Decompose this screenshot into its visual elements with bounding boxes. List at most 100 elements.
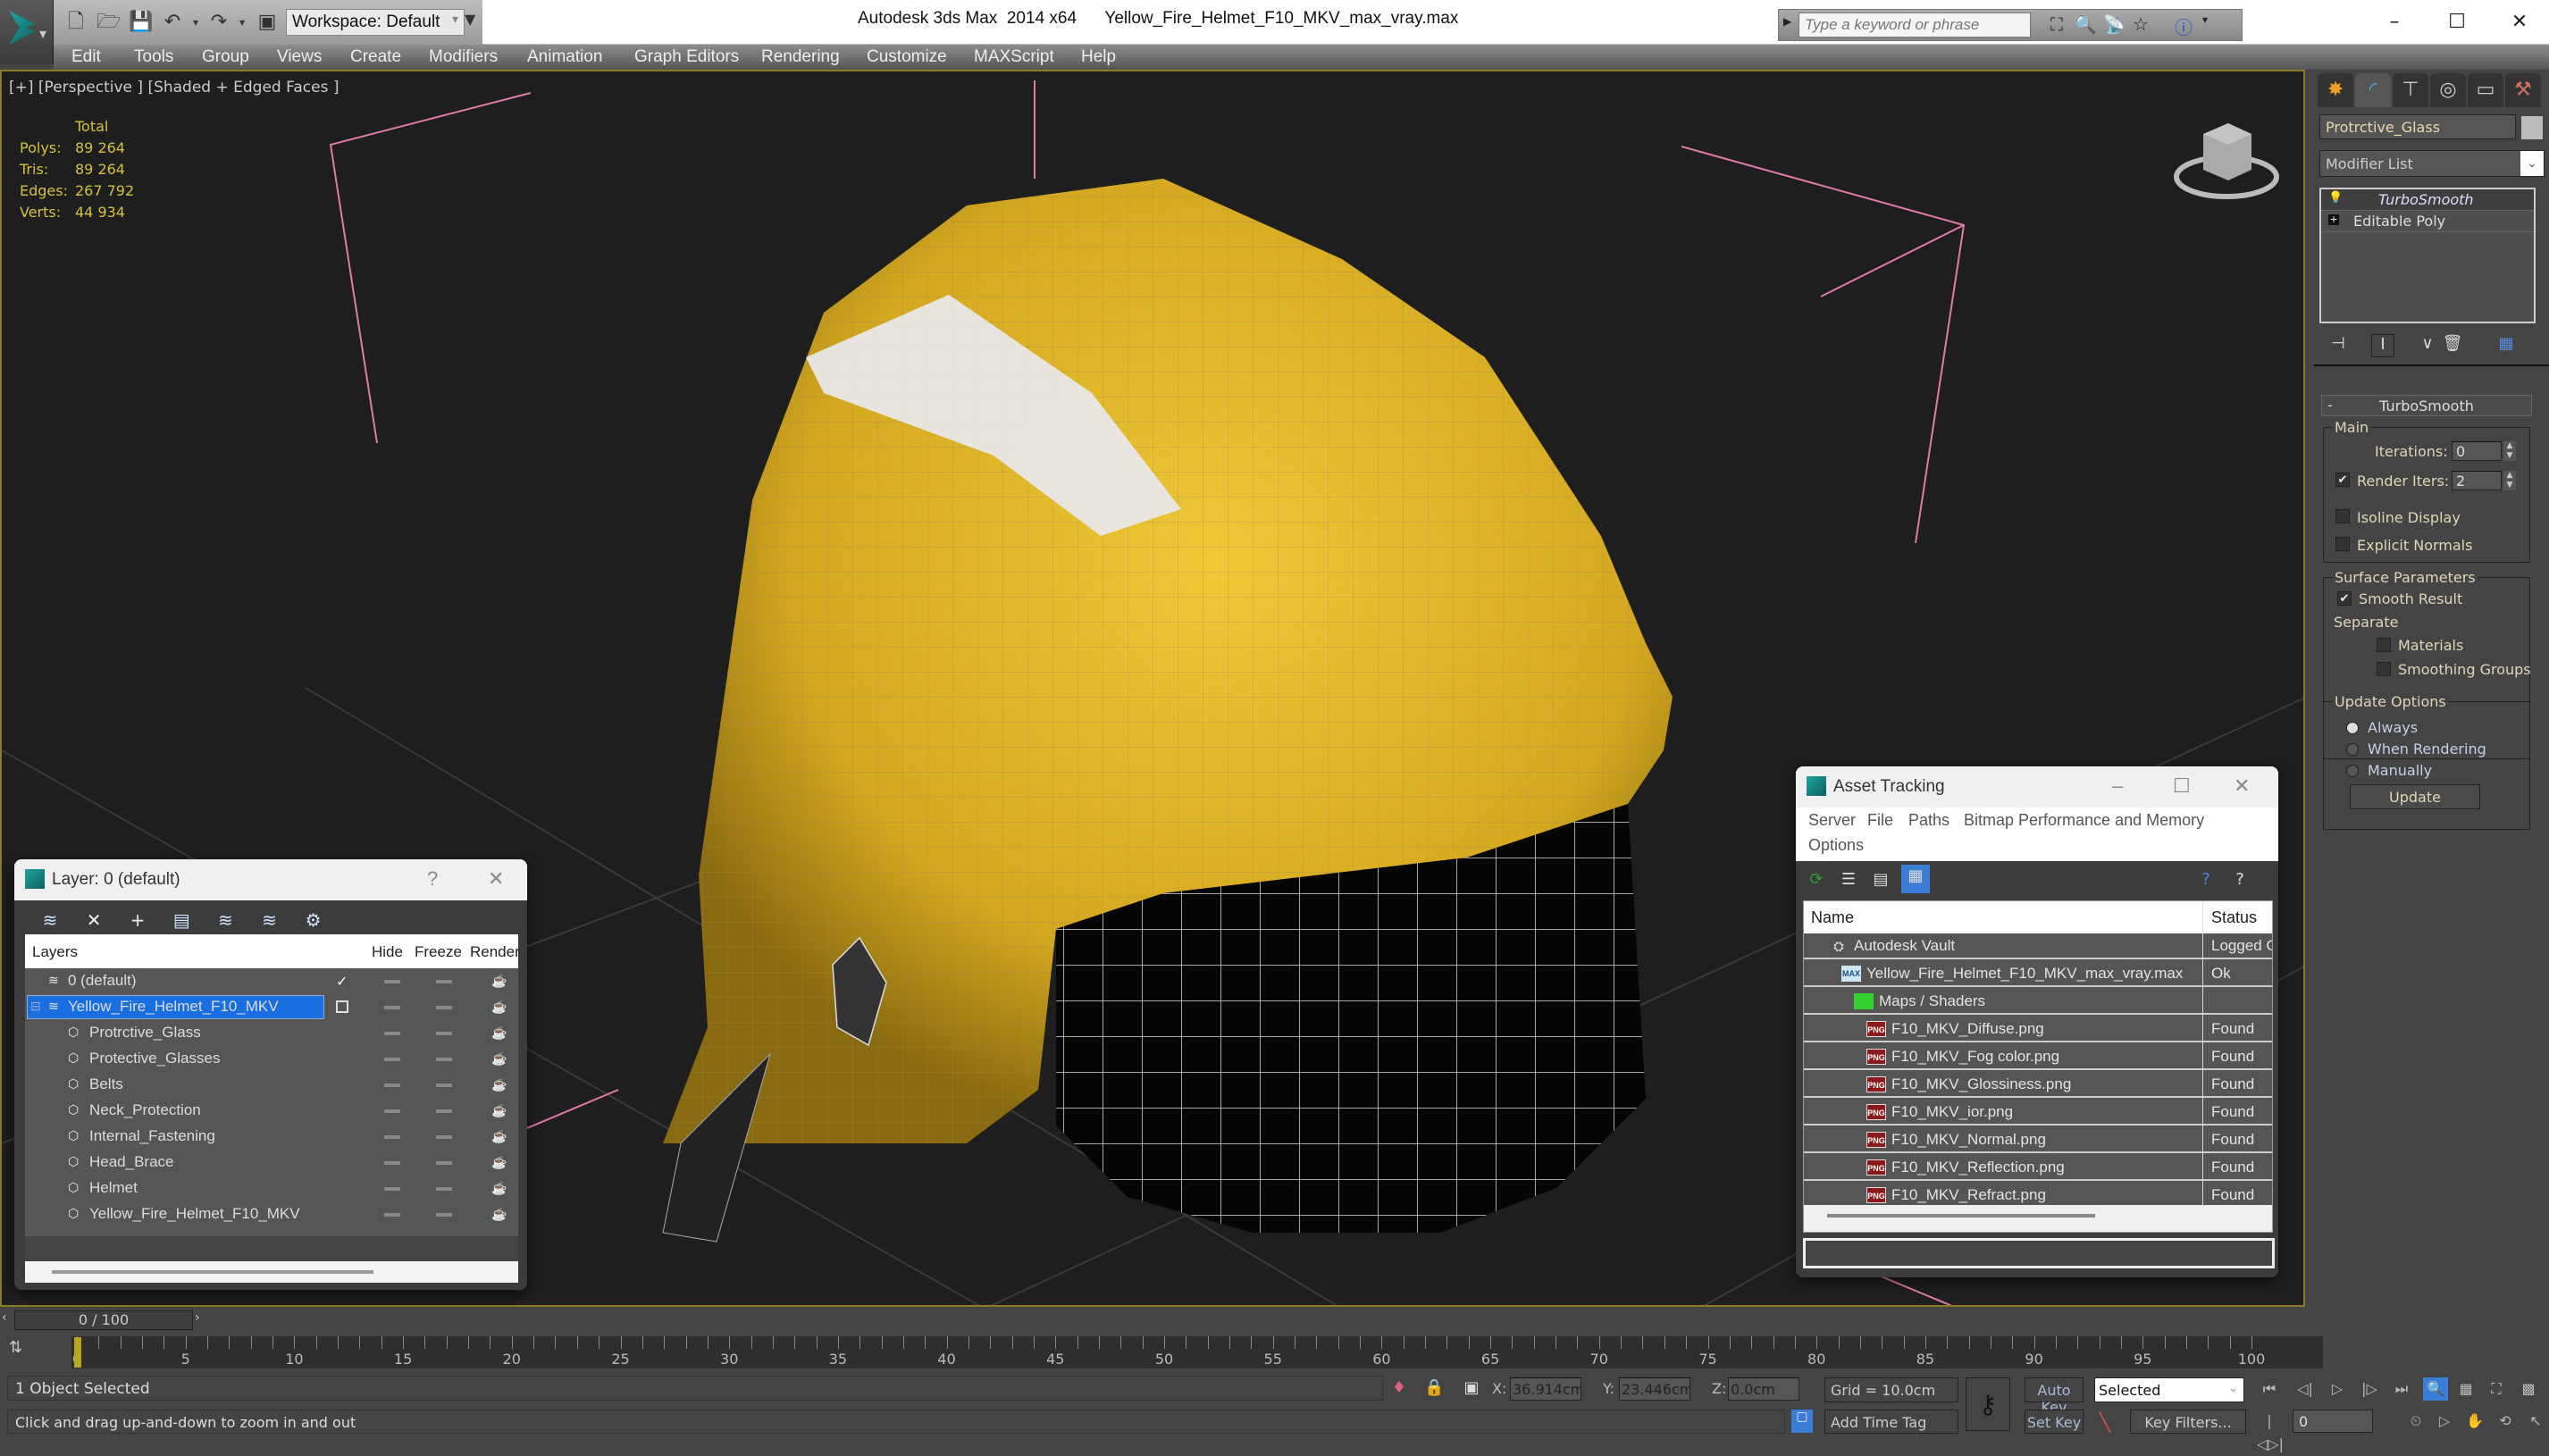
radio-when-rendering[interactable] — [2346, 743, 2359, 756]
freeze-toggle[interactable] — [436, 1135, 452, 1139]
layer-row[interactable]: ⬡ Helmet ☕ — [25, 1176, 518, 1201]
next-frame-icon[interactable]: › — [195, 1310, 207, 1330]
freeze-toggle[interactable] — [436, 980, 452, 983]
freeze-toggle[interactable] — [436, 1032, 452, 1035]
selection-lock-icon[interactable]: 🔒 — [1424, 1378, 1444, 1400]
render-teapot-icon[interactable]: ☕ — [491, 1000, 507, 1014]
create-layer-icon[interactable]: ≋ — [36, 906, 64, 934]
render-teapot-icon[interactable]: ☕ — [491, 1129, 507, 1143]
freeze-toggle[interactable] — [436, 1187, 452, 1191]
key-mode-dropdown[interactable]: Selected ⌄ — [2094, 1377, 2244, 1402]
spinner-arrows-icon[interactable]: ▲ ▼ — [2503, 471, 2516, 490]
horizontal-scrollbar[interactable] — [52, 1270, 373, 1274]
undo-icon[interactable]: ↶ — [161, 11, 184, 34]
layer-row[interactable]: ⬡ Protective_Glasses ☕ — [25, 1046, 518, 1072]
layer-row[interactable]: ≋ 0 (default) ✓ ☕ — [25, 968, 518, 994]
maximize-button[interactable]: ☐ — [2439, 7, 2475, 38]
key-icon[interactable]: 🔍 — [2074, 13, 2097, 38]
explicit-normals-checkbox[interactable] — [2335, 537, 2350, 551]
show-end-result-icon[interactable]: I — [2371, 334, 2394, 357]
menu-views[interactable]: Views — [277, 47, 322, 67]
previous-key-icon[interactable]: ◁| — [2293, 1377, 2318, 1401]
menu-help[interactable]: Help — [1081, 47, 1116, 67]
render-teapot-icon[interactable]: ☕ — [491, 1181, 507, 1195]
iterations-spinner[interactable]: 0 — [2452, 441, 2502, 461]
help-globe-icon[interactable]: ? — [2194, 868, 2218, 891]
add-to-layer-icon[interactable]: + — [123, 906, 152, 934]
y-coordinate-field[interactable]: 23.446cm — [1619, 1377, 1690, 1401]
make-unique-icon[interactable]: ∨ — [2416, 334, 2439, 357]
freeze-toggle[interactable] — [436, 1084, 452, 1087]
add-time-tag-button[interactable]: Add Time Tag — [1824, 1410, 1958, 1434]
pin-stack-icon[interactable]: ⊣ — [2327, 334, 2350, 357]
collapse-icon[interactable]: ⊟ — [30, 999, 46, 1015]
zoom-all-icon[interactable]: ▦ — [2453, 1377, 2478, 1401]
stack-item-editable-poly[interactable]: + Editable Poly — [2321, 211, 2534, 232]
next-key-icon[interactable]: |▷ — [2357, 1377, 2382, 1401]
horizontal-scrollbar[interactable] — [1804, 1205, 2272, 1232]
asset-path-field[interactable] — [1803, 1238, 2275, 1268]
save-icon[interactable]: 💾 — [129, 11, 153, 34]
isolate-selection-icon[interactable]: ♦ — [1389, 1378, 1409, 1400]
help-icon[interactable]: ⓘ — [2172, 13, 2195, 38]
active-layer-checkmark-icon[interactable]: ✓ — [336, 973, 352, 990]
menu-paths[interactable]: Paths — [1908, 811, 1949, 830]
render-teapot-icon[interactable]: ☕ — [491, 1077, 507, 1092]
render-teapot-icon[interactable]: ☕ — [491, 1103, 507, 1117]
hide-toggle[interactable] — [384, 1135, 400, 1139]
layer-row[interactable]: ⬡ Belts ☕ — [25, 1072, 518, 1098]
current-frame-spinner[interactable]: 0 — [2293, 1410, 2373, 1433]
lightbulb-icon[interactable]: 💡 — [2328, 191, 2343, 205]
smooth-result-checkbox[interactable]: ✔ — [2337, 591, 2352, 606]
customize-toolbar-icon[interactable]: ▼ — [465, 11, 482, 34]
viewport-label[interactable]: [+] [Perspective ] [Shaded + Edged Faces… — [9, 79, 339, 96]
favorites-star-icon[interactable]: ☆ — [2129, 13, 2152, 38]
hide-toggle[interactable] — [384, 1032, 400, 1035]
utilities-tab-icon[interactable]: ⚒ — [2505, 73, 2541, 107]
redo-dropdown-icon[interactable]: ▾ — [231, 11, 254, 34]
menu-animation[interactable]: Animation — [527, 47, 603, 67]
freeze-toggle[interactable] — [436, 1058, 452, 1061]
render-teapot-icon[interactable]: ☕ — [491, 1207, 507, 1221]
smoothing-groups-checkbox[interactable] — [2377, 662, 2391, 676]
close-button[interactable]: ✕ — [488, 867, 504, 891]
materials-checkbox[interactable] — [2377, 638, 2391, 652]
minimize-button[interactable]: – — [2112, 774, 2123, 798]
menu-rendering[interactable]: Rendering — [761, 47, 840, 67]
zoom-extents-icon[interactable]: ⛶ — [2484, 1377, 2509, 1401]
time-slider-track[interactable] — [0, 1309, 2305, 1332]
hierarchy-tab-icon[interactable]: ⊤ — [2393, 73, 2428, 107]
freeze-toggle[interactable] — [436, 1213, 452, 1217]
menu-create[interactable]: Create — [350, 47, 401, 67]
render-teapot-icon[interactable]: ☕ — [491, 974, 507, 988]
remove-modifier-icon[interactable]: 🗑 — [2441, 334, 2464, 357]
current-frame-marker[interactable] — [74, 1337, 81, 1368]
render-iters-spinner[interactable]: 2 — [2452, 471, 2502, 490]
track-bar[interactable]: 0510152025303540455055606570758085909510… — [71, 1336, 2323, 1368]
radio-manually[interactable] — [2346, 765, 2359, 777]
previous-frame-icon[interactable]: ‹ — [2, 1310, 14, 1330]
new-file-icon[interactable]: 🗋 — [64, 11, 88, 34]
auto-key-button[interactable]: Auto Key — [2025, 1377, 2084, 1416]
curve-editor-toggle-icon[interactable]: ⇅ — [9, 1338, 45, 1367]
key-mode-icon[interactable]: |◁▷| — [2257, 1410, 2284, 1452]
zoom-extents-all-icon[interactable]: ▩ — [2516, 1377, 2541, 1401]
column-hide[interactable]: Hide — [372, 943, 403, 961]
close-button[interactable]: ✕ — [2234, 774, 2250, 798]
time-slider-handle[interactable]: 0 / 100 — [14, 1310, 193, 1330]
modifier-list-dropdown[interactable]: Modifier List ⌄ — [2319, 150, 2545, 177]
key-filters-button[interactable]: Key Filters... — [2130, 1410, 2246, 1434]
binoculars-icon[interactable]: ⛶ — [2045, 13, 2068, 38]
maximize-button[interactable]: ☐ — [2173, 774, 2191, 798]
play-icon[interactable]: ▷ — [2325, 1377, 2350, 1401]
hide-toggle[interactable] — [384, 1161, 400, 1165]
hide-toggle[interactable] — [384, 980, 400, 983]
layer-row[interactable]: ⬡ Head_Brace ☕ — [25, 1150, 518, 1176]
open-file-icon[interactable]: 🗁 — [96, 11, 121, 34]
redo-icon[interactable]: ↷ — [207, 11, 231, 34]
column-freeze[interactable]: Freeze — [415, 943, 462, 961]
update-button[interactable]: Update — [2350, 784, 2480, 809]
hide-toggle[interactable] — [384, 1084, 400, 1087]
absolute-mode-icon[interactable]: ▣ — [1462, 1378, 1481, 1400]
menu-graph-editors[interactable]: Graph Editors — [634, 47, 739, 67]
